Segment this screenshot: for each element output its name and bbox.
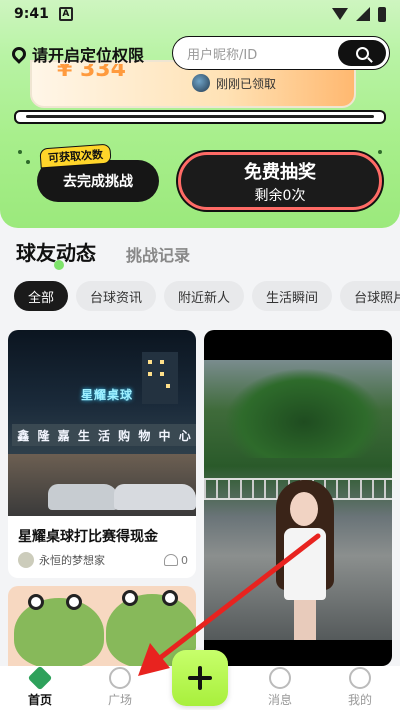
person-face	[290, 492, 318, 526]
active-indicator	[54, 260, 64, 270]
post-meta: 永恒的梦想家 0	[8, 546, 196, 568]
decor-dot	[378, 150, 382, 154]
battery-icon	[378, 6, 386, 22]
search-placeholder: 用户昵称/ID	[187, 47, 258, 63]
author-name: 永恒的梦想家	[39, 554, 105, 567]
clock: 9:41	[14, 6, 49, 22]
lottery-title: 免费抽奖	[244, 161, 316, 183]
nav-label: 消息	[267, 693, 292, 707]
nav-home[interactable]: 首页	[7, 665, 73, 708]
a-box-icon: A	[58, 7, 73, 21]
eye	[28, 594, 44, 610]
status-bar: 9:41 A	[0, 0, 400, 28]
chip-news[interactable]: 台球资讯	[76, 281, 157, 311]
profile-icon	[349, 667, 371, 689]
neon-sign: 星耀桌球	[80, 387, 133, 402]
heart-icon	[164, 554, 178, 566]
square-icon	[109, 667, 131, 689]
lottery-remaining: 剩余0次	[254, 187, 306, 204]
section-tabs: 球友动态 挑战记录	[16, 237, 190, 270]
chip-photos[interactable]: 台球照片	[340, 281, 400, 311]
like-button[interactable]: 0	[164, 554, 188, 567]
post-image: 星耀桌球 鑫 隆 嘉 生 活 购 物 中 心	[8, 330, 196, 516]
wifi-icon	[332, 8, 348, 20]
tab-challenge-records[interactable]: 挑战记录	[126, 242, 190, 266]
chip-all[interactable]: 全部	[14, 281, 69, 311]
search-input[interactable]: 用户昵称/ID	[172, 36, 390, 70]
search-button[interactable]	[338, 40, 386, 66]
tree	[224, 368, 384, 458]
plus-icon	[188, 666, 212, 690]
nav-square[interactable]: 广场	[87, 667, 153, 708]
frog-illustration	[14, 594, 104, 666]
post-image	[204, 360, 392, 640]
person-legs	[294, 600, 316, 640]
avatar	[18, 552, 34, 568]
avatar	[192, 74, 210, 92]
storefront	[8, 454, 196, 516]
add-post-button[interactable]	[172, 650, 228, 706]
location-label: 请开启定位权限	[32, 46, 145, 65]
feed-card[interactable]: 星耀桌球 鑫 隆 嘉 生 活 购 物 中 心 星耀桌球打比赛得现金 永恒的梦想家…	[8, 330, 196, 578]
chip-nearby[interactable]: 附近新人	[164, 281, 245, 311]
free-lottery-button[interactable]: 免费抽奖 剩余0次	[178, 152, 382, 210]
card-rail	[14, 110, 386, 124]
feed-card[interactable]	[8, 586, 196, 666]
decor-dot	[18, 150, 22, 154]
search-icon	[355, 46, 369, 60]
nav-messages[interactable]: 消息	[247, 667, 313, 708]
chip-life[interactable]: 生活瞬间	[252, 281, 333, 311]
tab-player-feed[interactable]: 球友动态	[16, 237, 96, 270]
promo-banner: ¥ 334 刚刚已领取 可获取次数 去完成挑战 免费抽奖 剩余0次	[0, 0, 400, 228]
nav-me[interactable]: 我的	[327, 667, 393, 708]
post-title: 星耀桌球打比赛得现金	[18, 529, 158, 545]
eye	[162, 590, 178, 606]
eye	[122, 590, 138, 606]
claim-text: 刚刚已领取	[216, 76, 277, 91]
claim-notice: 刚刚已领取	[192, 74, 276, 92]
signal-icon	[356, 7, 370, 21]
eye	[66, 594, 82, 610]
location-permission[interactable]: 请开启定位权限	[9, 42, 145, 66]
car	[114, 484, 196, 510]
decor-dot	[26, 160, 30, 164]
location-pin-icon	[9, 44, 29, 64]
home-icon	[27, 665, 53, 691]
nav-label: 广场	[107, 693, 132, 707]
person-dress	[284, 528, 326, 600]
car	[48, 484, 118, 510]
feed-card[interactable]	[204, 330, 392, 666]
prize-amount: ¥ 334	[57, 64, 126, 82]
category-chips: 全部 台球资讯 附近新人 生活瞬间 台球照片	[14, 281, 400, 311]
nav-label: 首页	[27, 693, 52, 707]
message-icon	[269, 667, 291, 689]
mall-sign: 鑫 隆 嘉 生 活 购 物 中 心	[12, 424, 196, 446]
like-count: 0	[181, 553, 188, 567]
nav-label: 我的	[347, 693, 372, 707]
